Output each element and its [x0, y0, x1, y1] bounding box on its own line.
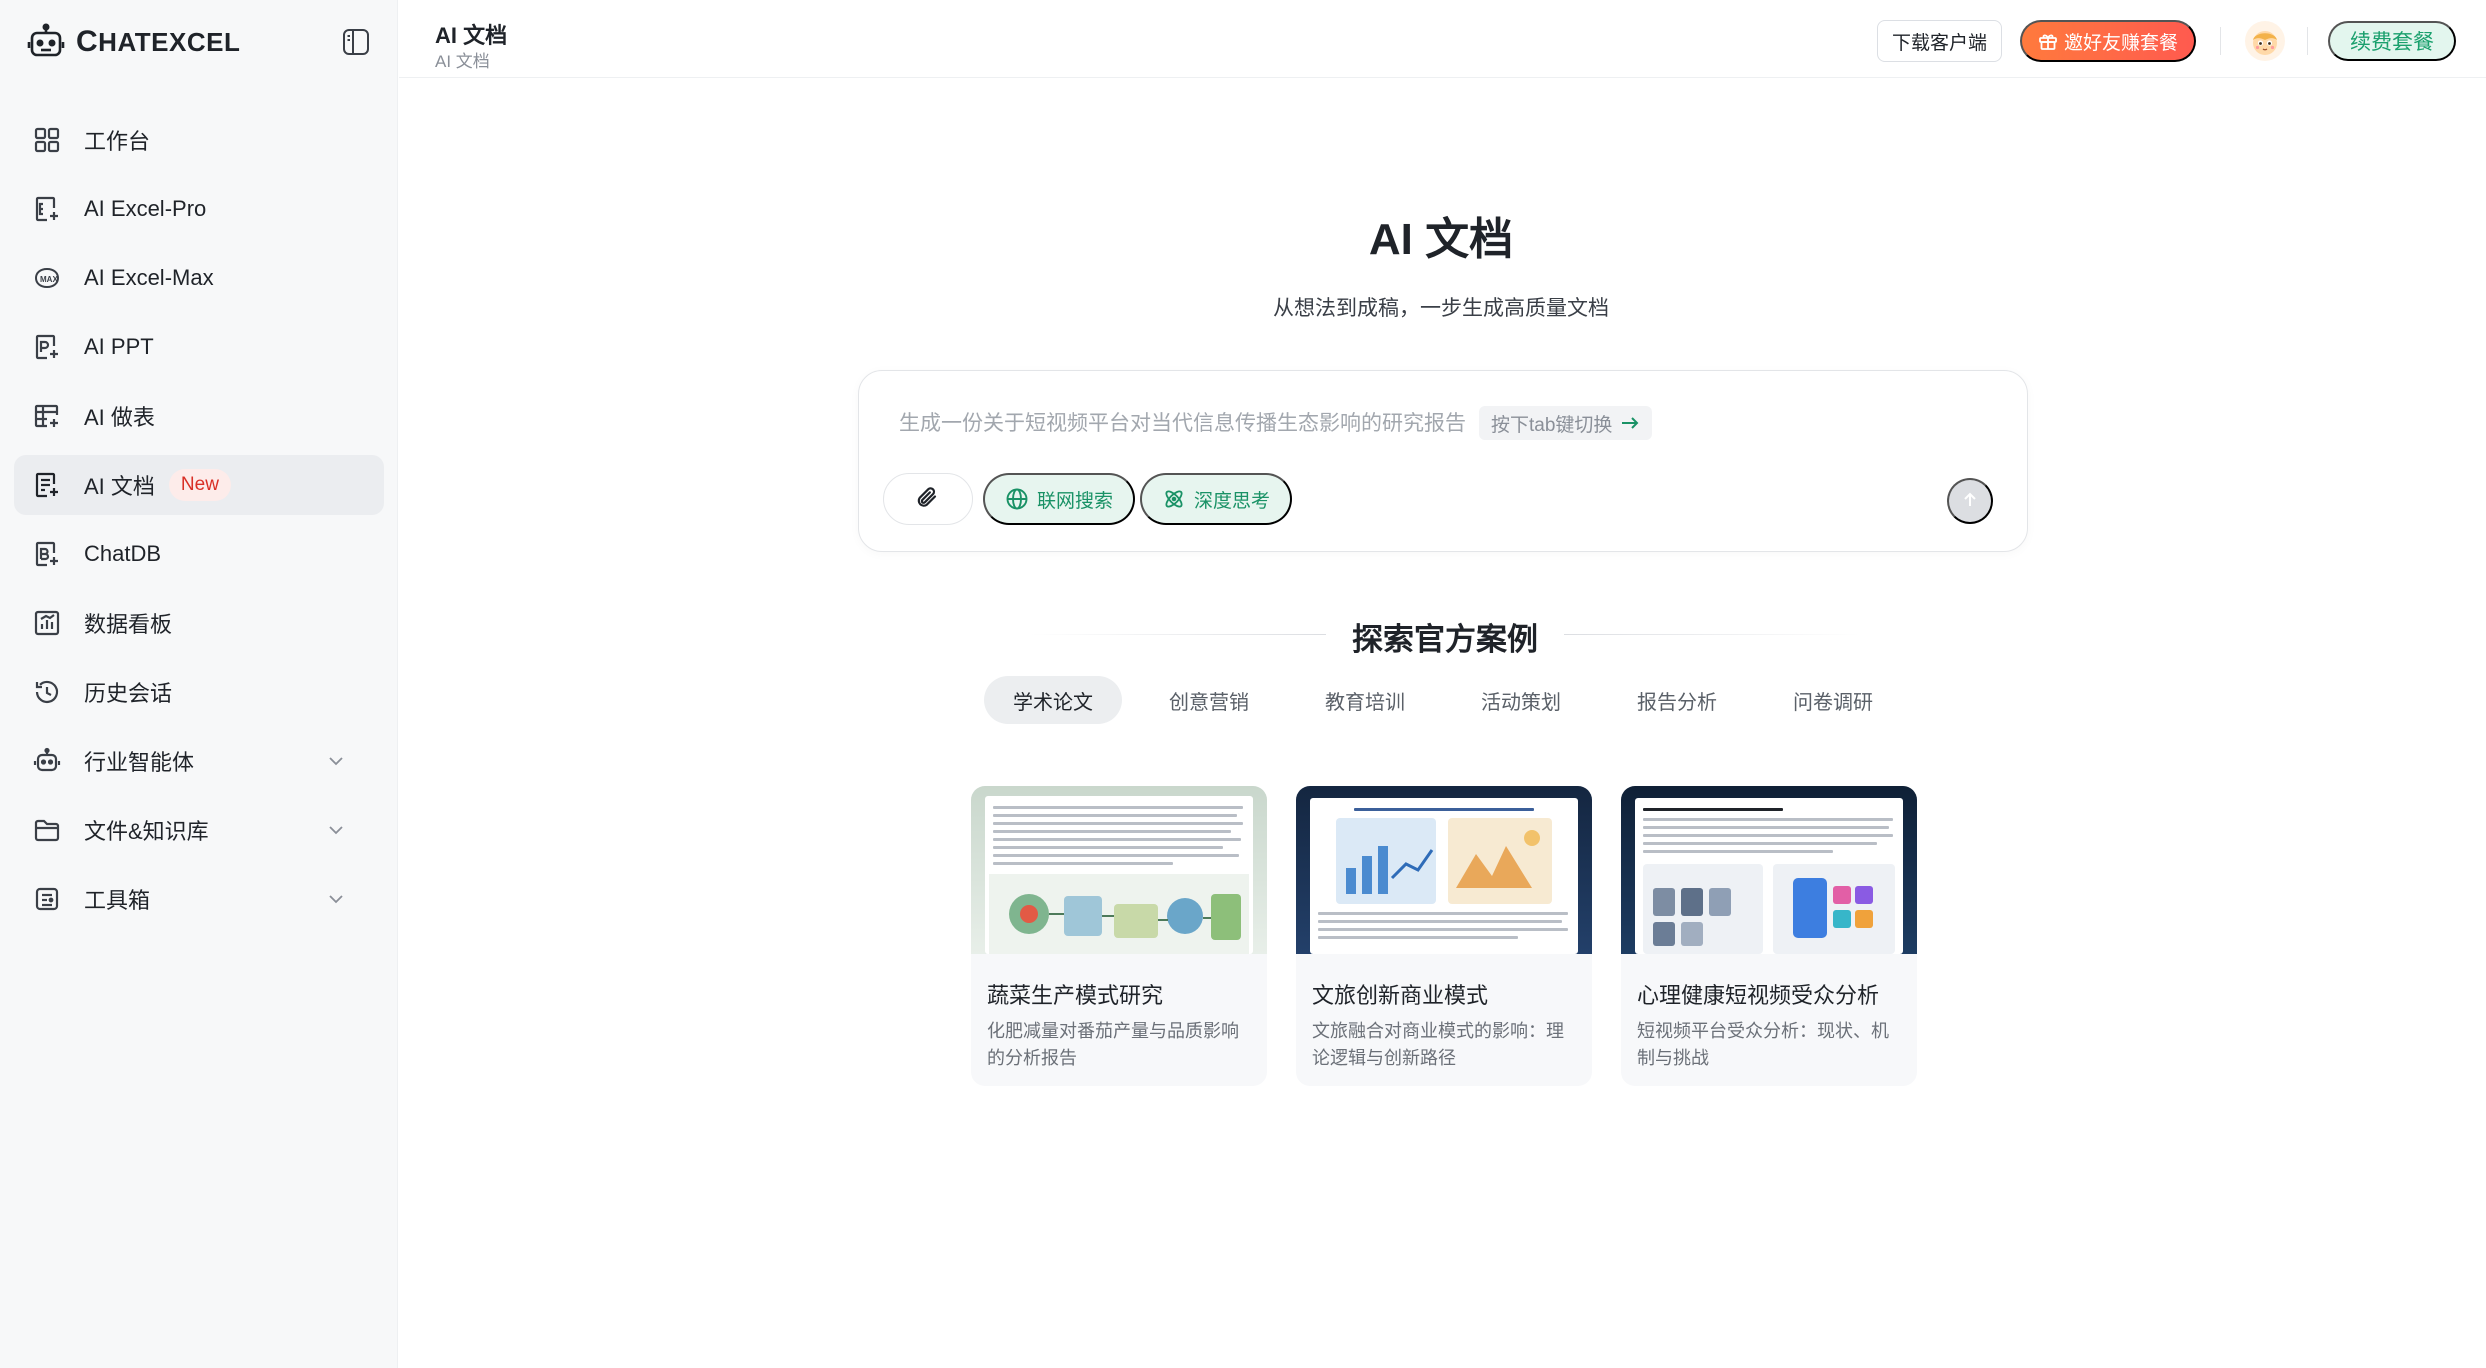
divider-line	[1564, 634, 1860, 635]
table-icon	[32, 401, 62, 431]
paperclip-icon	[915, 485, 941, 514]
sidebar-item-label: AI PPT	[84, 334, 154, 359]
tab-education-training[interactable]: 教育培训	[1296, 676, 1434, 724]
chatdb-icon	[32, 539, 62, 569]
logo-text: CHATEXCEL	[76, 25, 241, 58]
ppt-icon	[32, 332, 62, 362]
chevron-down-icon[interactable]	[326, 820, 346, 840]
case-category-tabs: 学术论文 创意营销 教育培训 活动策划 报告分析 问卷调研	[984, 676, 1920, 724]
hero-subtitle: 从想法到成稿，一步生成高质量文档	[1273, 297, 1609, 320]
section-title: 探索官方案例	[1352, 622, 1538, 657]
hero-title: AI 文档	[1368, 215, 1514, 264]
web-search-toggle[interactable]: 联网搜索	[983, 473, 1136, 525]
doc-icon	[32, 470, 62, 500]
case-description: 短视频平台受众分析：现状、机制与挑战	[1637, 1021, 1889, 1068]
arrow-right-icon	[1620, 416, 1640, 430]
invite-label: 邀好友赚套餐	[2063, 32, 2178, 54]
logo[interactable]: CHATEXCEL	[26, 18, 376, 66]
avatar[interactable]	[2245, 21, 2285, 61]
divider	[2220, 27, 2221, 55]
grid-icon	[32, 125, 62, 155]
svg-text:MAX: MAX	[40, 275, 58, 284]
renew-plan-button[interactable]: 续费套餐	[2328, 21, 2456, 61]
case-description: 化肥减量对番茄产量与品质影响的分析报告	[987, 1021, 1239, 1068]
excel-max-icon: MAX	[32, 263, 62, 293]
arrow-up-icon	[1961, 491, 1979, 512]
case-thumbnail	[1621, 786, 1917, 954]
sidebar-item-industry-agents[interactable]: 行业智能体	[14, 731, 384, 791]
sidebar-item-label: 历史会话	[84, 681, 173, 706]
atom-icon	[1162, 487, 1186, 511]
sidebar-item-label: 行业智能体	[84, 750, 195, 775]
tab-creative-marketing[interactable]: 创意营销	[1140, 676, 1278, 724]
history-icon	[32, 677, 62, 707]
sidebar-item-excel-pro[interactable]: AI Excel-Pro	[14, 179, 384, 239]
case-card[interactable]: 心理健康短视频受众分析 短视频平台受众分析：现状、机制与挑战	[1621, 786, 1917, 1086]
sidebar-item-excel-max[interactable]: MAX AI Excel-Max	[14, 248, 384, 308]
tab-event-planning[interactable]: 活动策划	[1452, 676, 1590, 724]
gift-icon	[2038, 31, 2058, 51]
sidebar: CHATEXCEL 工作台 AI Excel-Pro MAX AI Excel-…	[0, 0, 398, 1368]
send-button[interactable]	[1947, 478, 1993, 524]
sidebar-item-chatdb[interactable]: ChatDB	[14, 524, 384, 584]
dashboard-icon	[32, 608, 62, 638]
toolbox-icon	[32, 884, 62, 914]
tab-report-analysis[interactable]: 报告分析	[1608, 676, 1746, 724]
prompt-box: 按下tab键切换 联网搜索 深度思考	[858, 370, 2028, 552]
divider	[2307, 27, 2308, 55]
tab-academic-paper[interactable]: 学术论文	[984, 676, 1122, 724]
sidebar-item-label: AI 做表	[84, 405, 155, 430]
chevron-down-icon[interactable]	[326, 751, 346, 771]
sidebar-item-make-table[interactable]: AI 做表	[14, 386, 384, 446]
tab-hint-label: 按下tab键切换	[1491, 414, 1613, 436]
case-title: 文旅创新商业模式	[1312, 983, 1489, 1008]
sidebar-item-label: ChatDB	[84, 541, 162, 566]
sidebar-item-dashboard[interactable]: 数据看板	[14, 593, 384, 653]
top-header: AI 文档 AI 文档 下载客户端 邀好友赚套餐 续费套餐	[399, 0, 2486, 78]
folder-icon	[32, 815, 62, 845]
deep-think-toggle[interactable]: 深度思考	[1140, 473, 1293, 525]
chevron-down-icon[interactable]	[326, 889, 346, 909]
sidebar-item-label: AI Excel-Pro	[84, 196, 207, 221]
sidebar-item-label: 工作台	[84, 129, 151, 154]
sidebar-nav: 工作台 AI Excel-Pro MAX AI Excel-Max AI PPT…	[14, 110, 384, 938]
sidebar-item-label: 文件&知识库	[84, 819, 209, 844]
breadcrumb: AI 文档	[435, 52, 490, 71]
invite-friends-button[interactable]: 邀好友赚套餐	[2019, 20, 2196, 62]
case-thumbnail	[971, 786, 1267, 954]
sidebar-item-files-knowledge[interactable]: 文件&知识库	[14, 800, 384, 860]
sidebar-item-label: 数据看板	[84, 612, 173, 637]
sidebar-item-workbench[interactable]: 工作台	[14, 110, 384, 170]
robot-icon	[32, 746, 62, 776]
download-client-button[interactable]: 下载客户端	[1876, 20, 2002, 62]
deep-think-label: 深度思考	[1194, 490, 1271, 512]
tab-survey-research[interactable]: 问卷调研	[1764, 676, 1902, 724]
case-card[interactable]: 蔬菜生产模式研究 化肥减量对番茄产量与品质影响的分析报告	[971, 786, 1267, 1086]
tab-switch-hint[interactable]: 按下tab键切换	[1479, 406, 1653, 440]
case-card[interactable]: 文旅创新商业模式 文旅融合对商业模式的影响：理论逻辑与创新路径	[1296, 786, 1592, 1086]
case-thumbnail	[1296, 786, 1592, 954]
case-cards: 蔬菜生产模式研究 化肥减量对番茄产量与品质影响的分析报告 文旅创新商业模式 文旅…	[971, 786, 1946, 1086]
section-header: 探索官方案例	[1030, 612, 1860, 657]
sidebar-item-label: AI 文档	[84, 474, 155, 499]
sidebar-item-toolbox[interactable]: 工具箱	[14, 869, 384, 929]
sidebar-item-label: AI Excel-Max	[84, 265, 214, 290]
robot-logo-icon	[26, 22, 66, 62]
header-actions: 下载客户端 邀好友赚套餐 续费套餐	[1876, 20, 2456, 62]
sidebar-item-label: 工具箱	[84, 888, 151, 913]
case-title: 蔬菜生产模式研究	[987, 983, 1164, 1008]
sidebar-item-ppt[interactable]: AI PPT	[14, 317, 384, 377]
case-description: 文旅融合对商业模式的影响：理论逻辑与创新路径	[1312, 1021, 1564, 1068]
attach-file-button[interactable]	[883, 473, 973, 525]
globe-icon	[1005, 487, 1029, 511]
new-badge: New	[168, 469, 231, 501]
sidebar-item-ai-doc[interactable]: AI 文档 New	[14, 455, 384, 515]
web-search-label: 联网搜索	[1037, 490, 1114, 512]
sidebar-toggle-icon[interactable]	[336, 22, 376, 62]
divider-line	[1030, 634, 1326, 635]
sidebar-item-history[interactable]: 历史会话	[14, 662, 384, 722]
case-title: 心理健康短视频受众分析	[1637, 983, 1880, 1008]
page-title: AI 文档	[435, 23, 508, 48]
excel-pro-icon	[32, 194, 62, 224]
